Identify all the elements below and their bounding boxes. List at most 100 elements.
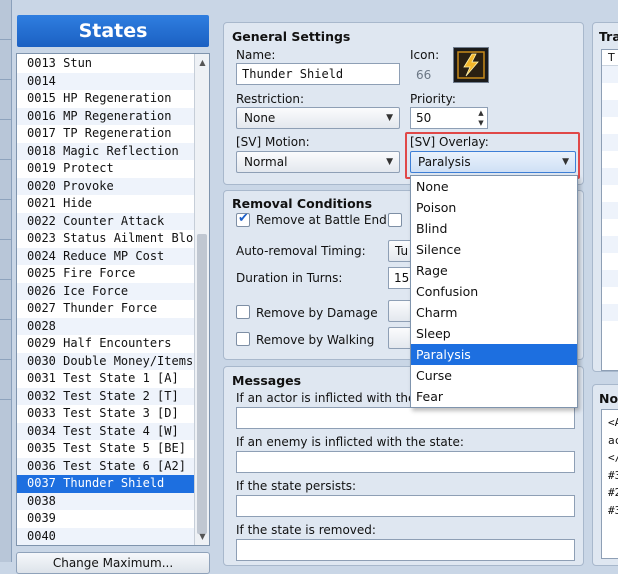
auto-removal-label: Auto-removal Timing: xyxy=(236,244,366,258)
state-list-item[interactable]: 0022 Counter Attack xyxy=(17,212,194,230)
left-side-strip xyxy=(0,0,12,562)
state-list-item[interactable]: 0033 Test State 3 [D] xyxy=(17,405,194,423)
state-list-item[interactable]: 0014 xyxy=(17,72,194,90)
enemy-inflicted-input[interactable] xyxy=(236,451,575,473)
name-label: Name: xyxy=(236,48,276,62)
state-list-item[interactable]: 0018 Magic Reflection xyxy=(17,142,194,160)
state-list-item[interactable]: 0013 Stun xyxy=(17,55,194,73)
state-list-item[interactable]: 0037 Thunder Shield xyxy=(17,475,194,493)
state-list-item[interactable]: 0029 Half Encounters xyxy=(17,335,194,353)
overlay-option[interactable]: Sleep xyxy=(411,323,577,344)
remove-by-damage-label: Remove by Damage xyxy=(256,306,378,320)
state-list-item[interactable]: 0017 TP Regeneration xyxy=(17,125,194,143)
remove-by-walking-label: Remove by Walking xyxy=(256,333,375,347)
icon-picker[interactable] xyxy=(453,47,489,83)
overlay-option[interactable]: Confusion xyxy=(411,281,577,302)
lightning-icon xyxy=(457,51,485,79)
removed-label: If the state is removed: xyxy=(236,523,376,537)
state-list-item[interactable]: 0036 Test State 6 [A2] xyxy=(17,457,194,475)
remove-at-battle-end-checkbox[interactable] xyxy=(236,211,250,227)
state-list-item[interactable]: 0031 Test State 1 [A] xyxy=(17,370,194,388)
overlay-option[interactable]: Curse xyxy=(411,365,577,386)
overlay-option[interactable]: Blind xyxy=(411,218,577,239)
name-input[interactable]: Thunder Shield xyxy=(236,63,400,85)
chevron-down-icon: ▼ xyxy=(562,157,569,167)
state-list-item[interactable]: 0016 MP Regeneration xyxy=(17,107,194,125)
chevron-down-icon: ▼ xyxy=(386,113,393,123)
overlay-option[interactable]: Charm xyxy=(411,302,577,323)
traits-column-header: T xyxy=(602,50,618,66)
states-list[interactable]: 0013 Stun 0014 0015 HP Regeneration 0016 MP… xyxy=(16,53,210,546)
persists-label: If the state persists: xyxy=(236,479,357,493)
overlay-option[interactable]: Rage xyxy=(411,260,577,281)
restriction-select[interactable]: None ▼ xyxy=(236,107,400,129)
icon-label: Icon: xyxy=(410,48,440,62)
priority-label: Priority: xyxy=(410,92,456,106)
priority-value: 50 xyxy=(416,111,432,125)
state-list-item[interactable]: 0026 Ice Force xyxy=(17,282,194,300)
actor-inflicted-label: If an actor is inflicted with the xyxy=(236,391,416,405)
restriction-value: None xyxy=(244,111,276,125)
sv-overlay-dropdown-list[interactable]: None Poison Blind Silence Rage Confusion Charm… xyxy=(410,175,578,408)
priority-spinner[interactable]: ▲ ▼ xyxy=(474,108,488,128)
general-settings-title: General Settings xyxy=(232,29,351,44)
state-list-item[interactable]: 0038 xyxy=(17,492,194,510)
state-list-item[interactable]: 0019 Protect xyxy=(17,160,194,178)
sv-overlay-value: Paralysis xyxy=(418,155,471,169)
state-list-item[interactable]: 0032 Test State 2 [T] xyxy=(17,387,194,405)
state-list-item[interactable]: 0030 Double Money/Items xyxy=(17,352,194,370)
removal-conditions-title: Removal Conditions xyxy=(232,196,373,211)
sv-motion-label: [SV] Motion: xyxy=(236,135,310,149)
overlay-option[interactable]: Paralysis xyxy=(411,344,577,365)
spin-down-icon[interactable]: ▼ xyxy=(474,118,488,128)
states-scrollbar[interactable]: ▲ ▼ xyxy=(194,54,209,545)
state-list-item[interactable]: 0040 xyxy=(17,527,194,545)
state-list-item[interactable]: 0034 Test State 4 [W] xyxy=(17,422,194,440)
icon-index: 66 xyxy=(416,68,432,82)
traits-panel: Tra T xyxy=(592,22,618,372)
overlay-option[interactable]: Silence xyxy=(411,239,577,260)
state-list-item[interactable]: 0021 Hide xyxy=(17,195,194,213)
messages-title: Messages xyxy=(232,373,302,388)
change-maximum-button[interactable]: Change Maximum... xyxy=(16,552,210,574)
scroll-up-icon[interactable]: ▲ xyxy=(196,56,209,69)
actor-inflicted-input[interactable] xyxy=(236,407,575,429)
note-line: <A xyxy=(608,416,618,429)
overlay-option[interactable]: Fear xyxy=(411,386,577,407)
note-line: #3 xyxy=(608,468,618,482)
state-list-item[interactable]: 0023 Status Ailment Block xyxy=(17,230,208,248)
state-list-item[interactable]: 0015 HP Regeneration xyxy=(17,90,194,108)
duration-label: Duration in Turns: xyxy=(236,271,343,285)
note-panel: Not <A ac </ #3 #2 #3 xyxy=(592,384,618,566)
remove-at-battle-end-label: Remove at Battle End xyxy=(256,213,387,227)
states-title: States xyxy=(78,20,148,42)
state-list-item[interactable]: 0025 Fire Force xyxy=(17,265,194,283)
scroll-thumb[interactable] xyxy=(197,234,207,534)
overlay-option[interactable]: Poison xyxy=(411,197,577,218)
state-list-item[interactable]: 0028 xyxy=(17,317,194,335)
persists-input[interactable] xyxy=(236,495,575,517)
remove-by-walking-checkbox[interactable] xyxy=(236,332,250,346)
note-textarea[interactable]: <A ac </ #3 #2 #3 xyxy=(601,409,618,559)
spin-up-icon[interactable]: ▲ xyxy=(474,108,488,118)
remove-by-damage-checkbox[interactable] xyxy=(236,305,250,319)
removed-input[interactable] xyxy=(236,539,575,561)
note-line: #3 xyxy=(608,503,618,517)
sv-motion-select[interactable]: Normal ▼ xyxy=(236,151,400,173)
note-line: </ xyxy=(608,451,618,464)
chevron-down-icon: ▼ xyxy=(386,157,393,167)
scroll-down-icon[interactable]: ▼ xyxy=(196,530,209,543)
state-list-item[interactable]: 0020 Provoke xyxy=(17,177,194,195)
states-rows: 0013 Stun 0014 0015 HP Regeneration 0016 MP… xyxy=(17,55,208,545)
state-list-item[interactable]: 0035 Test State 5 [BE] xyxy=(17,440,194,458)
note-line: ac xyxy=(608,433,618,447)
sv-overlay-select[interactable]: Paralysis ▼ xyxy=(410,151,576,173)
states-header: States xyxy=(17,15,209,47)
state-list-item[interactable]: 0039 xyxy=(17,510,194,528)
traits-list[interactable]: T xyxy=(601,49,618,371)
state-list-item[interactable]: 0027 Thunder Force xyxy=(17,300,194,318)
note-title: Not xyxy=(599,391,618,406)
remove-by-restriction-checkbox[interactable] xyxy=(388,213,402,227)
overlay-option[interactable]: None xyxy=(411,176,577,197)
state-list-item[interactable]: 0024 Reduce MP Cost xyxy=(17,247,194,265)
